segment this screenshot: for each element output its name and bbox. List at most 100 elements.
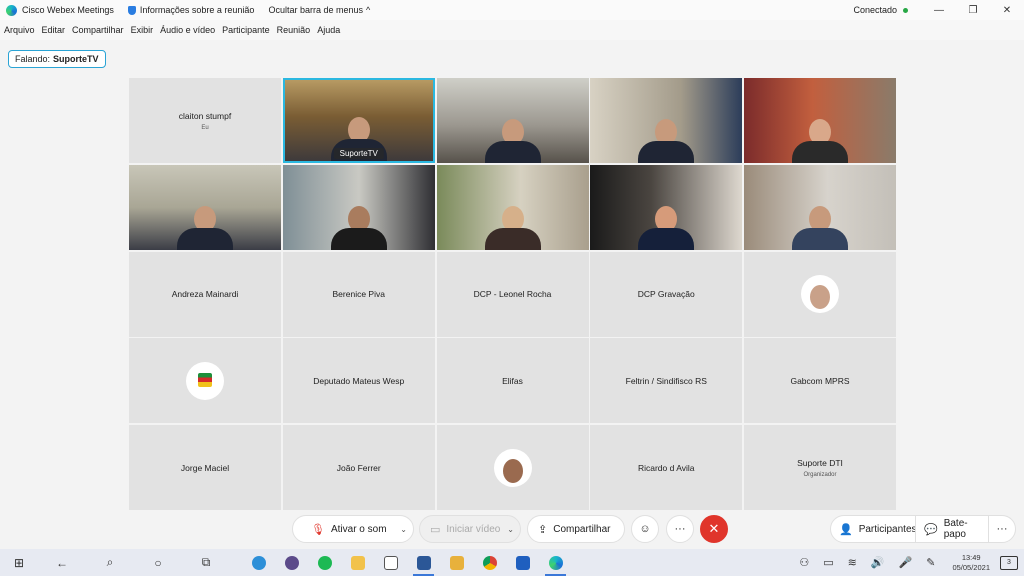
participant-video (792, 205, 848, 250)
participant-grid: claiton stumpf Eu SuporteTV Andreza Main… (129, 78, 896, 510)
taskbar: ⊞ ← ⌕ ○ ⧉ ⚇ ▭ ≋ 🔊 🎤 ✎ 13:49 05/05/2021 3 (0, 549, 1024, 576)
participant-video-tile[interactable] (129, 164, 281, 250)
participant-video-tile[interactable] (590, 164, 743, 250)
battery-icon[interactable]: ▭ (823, 556, 833, 569)
menu-arquivo[interactable]: Arquivo (4, 25, 35, 35)
participant-tile[interactable]: Andreza Mainardi (129, 251, 281, 337)
participant-name: Gabcom MPRS (790, 375, 850, 386)
share-button[interactable]: ⇪ Compartilhar (527, 515, 625, 543)
back-arrow-icon[interactable]: ← (38, 549, 86, 576)
menu-participante[interactable]: Participante (222, 25, 270, 35)
participant-video (792, 119, 848, 163)
pen-icon[interactable]: ✎ (926, 556, 935, 569)
person-icon: 👤 (839, 523, 853, 536)
clock-date: 05/05/2021 (952, 562, 990, 572)
volume-icon[interactable]: 🔊 (871, 556, 885, 569)
participant-tile[interactable] (129, 338, 281, 424)
participant-video-tile[interactable] (436, 78, 589, 163)
more-icon: ··· (996, 523, 1008, 535)
participant-name: Ricardo d Avila (637, 462, 695, 473)
close-window-button[interactable]: ✕ (990, 5, 1024, 16)
participant-video (177, 205, 233, 250)
more-icon: ··· (674, 523, 686, 535)
participant-tile[interactable]: DCP Gravação (590, 251, 743, 337)
meeting-info-button[interactable]: Informações sobre a reunião (127, 5, 254, 15)
restore-button[interactable]: ❐ (956, 5, 990, 16)
menu-editar[interactable]: Editar (42, 25, 66, 35)
webex-logo-icon (6, 4, 17, 16)
participant-video-tile[interactable] (282, 164, 435, 250)
webex-taskbar-icon[interactable] (539, 549, 572, 576)
participant-tile[interactable]: Berenice Piva (282, 251, 435, 337)
participants-button[interactable]: 👤 Participantes (830, 515, 917, 543)
menu-compartilhar[interactable]: Compartilhar (72, 25, 124, 35)
chrome-icon[interactable] (473, 549, 506, 576)
participant-tile[interactable]: João Ferrer (282, 425, 435, 510)
cortana-icon[interactable]: ○ (134, 549, 182, 576)
start-video-button[interactable]: ▭ Iniciar vídeo ⌄ (419, 515, 521, 543)
task-view-icon[interactable]: ⧉ (182, 549, 230, 576)
participant-tile[interactable] (436, 425, 589, 510)
participant-name: claiton stumpf (178, 110, 232, 121)
connection-status: Conectado (853, 5, 897, 15)
menu-bar: Arquivo Editar Compartilhar Exibir Áudio… (0, 20, 1024, 40)
notifications-icon[interactable]: 3 (1000, 555, 1018, 570)
participant-tile[interactable]: Elifas (436, 338, 589, 424)
participant-video-tile[interactable]: SuporteTV (282, 78, 435, 163)
wifi-icon[interactable]: ≋ (848, 556, 857, 569)
participant-video-tile[interactable] (744, 78, 896, 163)
participant-tile[interactable]: Feltrin / Sindifisco RS (590, 338, 743, 424)
microphone-icon[interactable]: 🎤 (899, 556, 913, 569)
avatar (493, 448, 532, 487)
participant-name: Andreza Mainardi (171, 289, 239, 299)
notification-count: 3 (1007, 559, 1011, 566)
participant-tile[interactable]: Deputado Mateus Wesp (282, 338, 435, 424)
assembleia-logo-avatar (186, 361, 224, 400)
participant-tile[interactable]: claiton stumpf Eu (129, 78, 281, 163)
search-icon[interactable]: ⌕ (86, 549, 134, 576)
menu-reuniao[interactable]: Reunião (277, 25, 311, 35)
chevron-down-icon[interactable]: ⌄ (400, 525, 407, 534)
participant-video-tile[interactable] (744, 164, 896, 250)
file-explorer-icon[interactable] (341, 549, 374, 576)
hide-menu-button[interactable]: Ocultar barra de menus ^ (268, 5, 370, 15)
people-icon[interactable]: ⚇ (799, 556, 809, 569)
word-document-icon[interactable] (407, 549, 440, 576)
participant-tile[interactable]: Suporte DTI Organizador (744, 425, 896, 510)
participant-tile[interactable] (744, 251, 896, 337)
participants-label: Participantes (858, 523, 917, 535)
minimize-button[interactable]: — (922, 5, 956, 16)
browser-icon[interactable] (275, 549, 308, 576)
participant-name: DCP Gravação (637, 289, 695, 299)
participant-name: Elifas (502, 375, 523, 386)
participant-tile[interactable]: Ricardo d Avila (590, 425, 743, 510)
participant-tile[interactable]: Gabcom MPRS (744, 338, 896, 424)
unmute-button[interactable]: 🎙 Ativar o som ⌄ (292, 515, 414, 543)
windows-start-icon[interactable]: ⊞ (0, 549, 38, 576)
presentation-icon[interactable] (440, 549, 473, 576)
chevron-down-icon[interactable]: ⌄ (507, 525, 514, 534)
chat-button[interactable]: 💬 Bate-papo (915, 515, 989, 543)
menu-audio-video[interactable]: Áudio e vídeo (160, 25, 215, 35)
participant-role: Organizador (803, 471, 837, 478)
more-options-button[interactable]: ··· (666, 515, 694, 543)
spotify-icon[interactable] (308, 549, 341, 576)
close-icon: ✕ (708, 521, 720, 536)
participant-name: DCP - Leonel Rocha (473, 289, 552, 299)
menu-exibir[interactable]: Exibir (131, 25, 154, 35)
crest-icon (198, 373, 212, 388)
word-icon[interactable] (506, 549, 539, 576)
clock[interactable]: 13:49 05/05/2021 (952, 553, 990, 573)
menu-ajuda[interactable]: Ajuda (317, 25, 340, 35)
participant-tile[interactable]: DCP - Leonel Rocha (436, 251, 589, 337)
document-icon[interactable] (374, 549, 407, 576)
reactions-button[interactable]: ☺ (631, 515, 659, 543)
speaking-name: SuporteTV (53, 54, 99, 64)
participant-video-tile[interactable] (590, 78, 743, 163)
chevron-up-icon: ^ (366, 5, 371, 15)
participant-video-tile[interactable] (436, 164, 589, 250)
edge-icon[interactable] (242, 549, 275, 576)
leave-meeting-button[interactable]: ✕ (700, 515, 728, 543)
panel-more-button[interactable]: ··· (988, 515, 1016, 543)
participant-tile[interactable]: Jorge Maciel (129, 425, 281, 510)
